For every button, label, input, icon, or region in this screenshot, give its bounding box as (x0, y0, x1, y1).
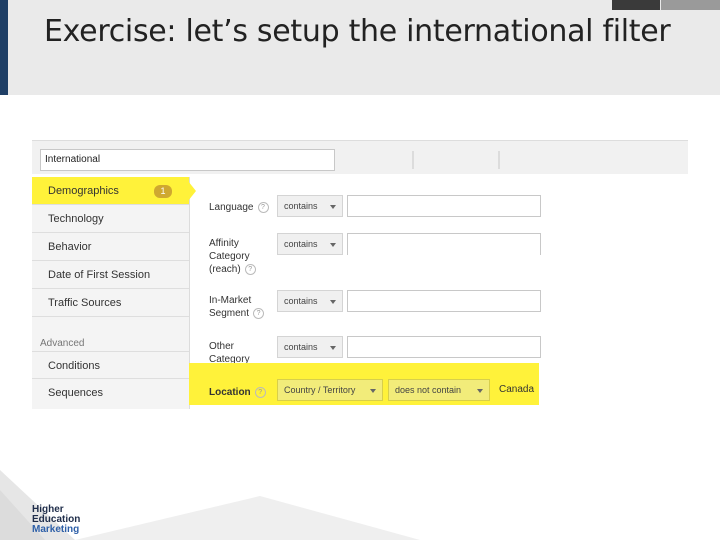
sidebar-item-label: Technology (48, 213, 104, 225)
caret-down-icon (330, 243, 336, 247)
operator-select-other-category[interactable]: contains (277, 336, 343, 358)
caret-down-icon (477, 389, 483, 393)
help-icon[interactable]: ? (244, 263, 256, 275)
slide-title: Exercise: let’s setup the international … (44, 14, 671, 49)
sidebar-item-label: Traffic Sources (48, 297, 122, 309)
select-value: contains (284, 342, 318, 352)
sidebar-item-label: Behavior (48, 241, 92, 253)
segment-category-sidebar: Demographics 1 Technology Behavior Date … (32, 177, 196, 409)
select-value: contains (284, 296, 318, 306)
sidebar-section-header: Advanced (40, 338, 85, 349)
value-input-other-category[interactable] (347, 336, 541, 358)
brand-logo: Higher Education Marketing (32, 505, 80, 535)
field-label-in-market: In-Market Segment? (209, 294, 269, 320)
sidebar-item-traffic-sources[interactable]: Traffic Sources (32, 289, 189, 317)
help-icon[interactable]: ? (257, 201, 269, 213)
field-label-affinity: Affinity Category (reach)? (209, 237, 269, 276)
operator-select-location[interactable]: does not contain (388, 379, 490, 401)
value-input-location[interactable]: Canada (495, 379, 543, 401)
field-label-text: In-Market Segment (209, 295, 252, 319)
sidebar-item-label: Date of First Session (48, 269, 151, 281)
header-accent-bar (0, 0, 8, 95)
help-icon[interactable]: ? (254, 386, 266, 398)
segment-name-input[interactable]: International (40, 149, 335, 171)
sidebar-item-conditions[interactable]: Conditions (32, 351, 189, 379)
field-label-text: Other Category (209, 341, 250, 365)
dimension-select-location[interactable]: Country / Territory (277, 379, 383, 401)
divider (412, 151, 414, 169)
field-label-language: Language? (209, 201, 269, 214)
divider (498, 151, 500, 169)
location-row-highlight: Location? Country / Territory does not c… (189, 363, 539, 405)
caret-down-icon (330, 205, 336, 209)
sidebar-item-label: Demographics (48, 185, 119, 197)
operator-select-affinity[interactable]: contains (277, 233, 343, 255)
sidebar-item-demographics[interactable]: Demographics 1 (32, 177, 196, 205)
select-value: does not contain (395, 385, 462, 395)
caret-down-icon (370, 389, 376, 393)
field-label-text: Affinity Category (reach) (209, 238, 250, 275)
segment-search-bar: International (32, 141, 688, 174)
operator-select-language[interactable]: contains (277, 195, 343, 217)
count-badge: 1 (154, 185, 172, 198)
sidebar-item-behavior[interactable]: Behavior (32, 233, 189, 261)
field-label-text: Language (209, 202, 254, 213)
corner-decoration-gray (661, 0, 720, 10)
caret-down-icon (330, 346, 336, 350)
value-input-in-market[interactable] (347, 290, 541, 312)
select-value: contains (284, 201, 318, 211)
field-label-location: Location? (209, 386, 266, 399)
sidebar-item-label: Conditions (48, 360, 100, 372)
sidebar-item-date-of-first-session[interactable]: Date of First Session (32, 261, 189, 289)
operator-select-in-market[interactable]: contains (277, 290, 343, 312)
sidebar-item-technology[interactable]: Technology (32, 205, 189, 233)
sidebar-item-sequences[interactable]: Sequences (32, 379, 189, 407)
caret-down-icon (330, 300, 336, 304)
logo-line: Marketing (32, 524, 80, 535)
select-value: Country / Territory (284, 385, 356, 395)
field-label-text: Location (209, 387, 251, 398)
select-value: contains (284, 239, 318, 249)
value-input-language[interactable] (347, 195, 541, 217)
value-input-affinity[interactable] (347, 233, 541, 255)
help-icon[interactable]: ? (253, 307, 265, 319)
corner-decoration-dark (612, 0, 660, 10)
sidebar-item-label: Sequences (48, 387, 104, 399)
